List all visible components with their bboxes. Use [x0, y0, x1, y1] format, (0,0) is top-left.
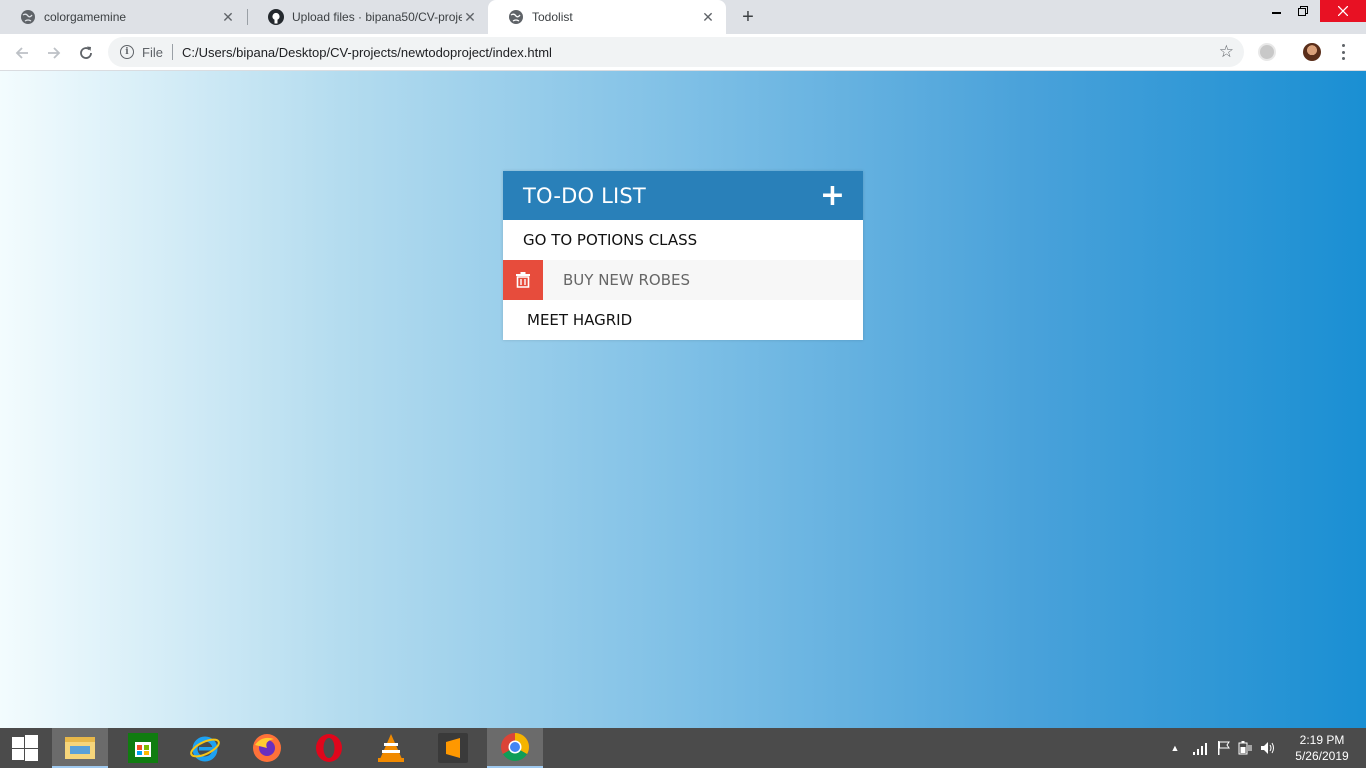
taskbar-chrome[interactable] — [487, 728, 543, 768]
browser-toolbar: i File C:/Users/bipana/Desktop/CV-projec… — [0, 34, 1366, 71]
taskbar-vlc[interactable] — [363, 728, 419, 768]
close-tab-icon[interactable]: ✕ — [220, 9, 236, 25]
todo-item[interactable]: BUY NEW ROBES — [503, 260, 863, 300]
back-arrow-icon — [15, 47, 28, 59]
reload-button[interactable] — [72, 39, 100, 67]
battery-icon[interactable] — [1238, 741, 1254, 755]
forward-button[interactable] — [40, 39, 68, 67]
close-window-button[interactable] — [1320, 0, 1366, 22]
flag-icon[interactable] — [1217, 741, 1231, 755]
new-tab-button[interactable]: + — [736, 5, 760, 29]
close-icon — [1338, 6, 1348, 16]
add-todo-button[interactable]: + — [820, 180, 845, 211]
vlc-icon — [378, 734, 404, 762]
address-divider — [171, 44, 173, 60]
tab-todolist[interactable]: Todolist ✕ — [488, 0, 726, 34]
clock-time: 2:19 PM — [1299, 733, 1345, 747]
tab-upload-files[interactable]: Upload files · bipana50/CV-proje ✕ — [248, 0, 488, 34]
trash-icon — [516, 272, 530, 288]
tab-colorgamemine[interactable]: colorgamemine ✕ — [0, 0, 246, 34]
close-tab-icon[interactable]: ✕ — [700, 9, 716, 25]
taskbar-file-explorer[interactable] — [52, 728, 108, 768]
extension-icon[interactable] — [1258, 43, 1276, 61]
todo-header: TO-DO LIST + — [503, 171, 863, 220]
network-icon[interactable] — [1192, 741, 1210, 755]
profile-avatar[interactable] — [1303, 43, 1321, 61]
windows-logo-icon — [12, 735, 38, 761]
tab-title: Upload files · bipana50/CV-proje — [292, 10, 462, 24]
url-text[interactable]: C:/Users/bipana/Desktop/CV-projects/newt… — [182, 45, 552, 60]
start-button[interactable] — [0, 728, 50, 768]
globe-icon — [509, 10, 523, 24]
delete-todo-button[interactable] — [503, 260, 543, 300]
taskbar-internet-explorer[interactable] — [177, 728, 233, 768]
file-explorer-icon — [65, 737, 95, 759]
forward-arrow-icon — [48, 47, 61, 59]
restore-icon — [1298, 6, 1308, 16]
store-icon — [128, 733, 158, 763]
internet-explorer-icon — [190, 736, 220, 762]
taskbar-clock[interactable]: 2:19 PM 5/26/2019 — [1290, 732, 1354, 764]
reload-icon — [80, 46, 92, 59]
todo-item-text: MEET HAGRID — [527, 311, 633, 329]
tab-title: colorgamemine — [44, 10, 127, 24]
todo-item[interactable]: MEET HAGRID — [503, 300, 863, 340]
sublime-text-icon — [438, 733, 468, 763]
system-tray: ▲ — [1168, 728, 1276, 768]
github-icon — [268, 9, 284, 25]
globe-icon — [21, 10, 35, 24]
page-viewport: TO-DO LIST + GO TO POTIONS CLASS BUY NEW… — [0, 71, 1366, 728]
address-bar[interactable]: i File C:/Users/bipana/Desktop/CV-projec… — [108, 37, 1244, 67]
taskbar-firefox[interactable] — [239, 728, 295, 768]
windows-taskbar: ▲ 2:19 PM 5/26/2019 — [0, 728, 1366, 768]
todo-item[interactable]: GO TO POTIONS CLASS — [503, 220, 863, 260]
close-tab-icon[interactable]: ✕ — [462, 9, 478, 25]
todo-item-text: BUY NEW ROBES — [563, 271, 691, 289]
todo-item-text: GO TO POTIONS CLASS — [523, 231, 698, 249]
opera-icon — [316, 734, 342, 762]
todo-title: TO-DO LIST — [523, 183, 646, 208]
taskbar-store[interactable] — [115, 728, 171, 768]
taskbar-opera[interactable] — [301, 728, 357, 768]
volume-icon[interactable] — [1260, 741, 1276, 755]
back-button[interactable] — [8, 39, 36, 67]
url-scheme-label: File — [142, 44, 163, 60]
menu-kebab-icon[interactable] — [1336, 42, 1350, 62]
show-hidden-icons-icon[interactable]: ▲ — [1168, 743, 1182, 753]
chrome-icon — [501, 733, 529, 761]
todo-card: TO-DO LIST + GO TO POTIONS CLASS BUY NEW… — [503, 171, 863, 340]
tab-title: Todolist — [532, 10, 573, 24]
clock-date: 5/26/2019 — [1295, 749, 1349, 763]
info-icon[interactable]: i — [120, 45, 134, 59]
bookmark-star-icon[interactable]: ☆ — [1219, 42, 1234, 62]
taskbar-sublime-text[interactable] — [425, 728, 481, 768]
tab-strip: colorgamemine ✕ Upload files · bipana50/… — [0, 0, 1366, 34]
firefox-icon — [253, 734, 281, 762]
